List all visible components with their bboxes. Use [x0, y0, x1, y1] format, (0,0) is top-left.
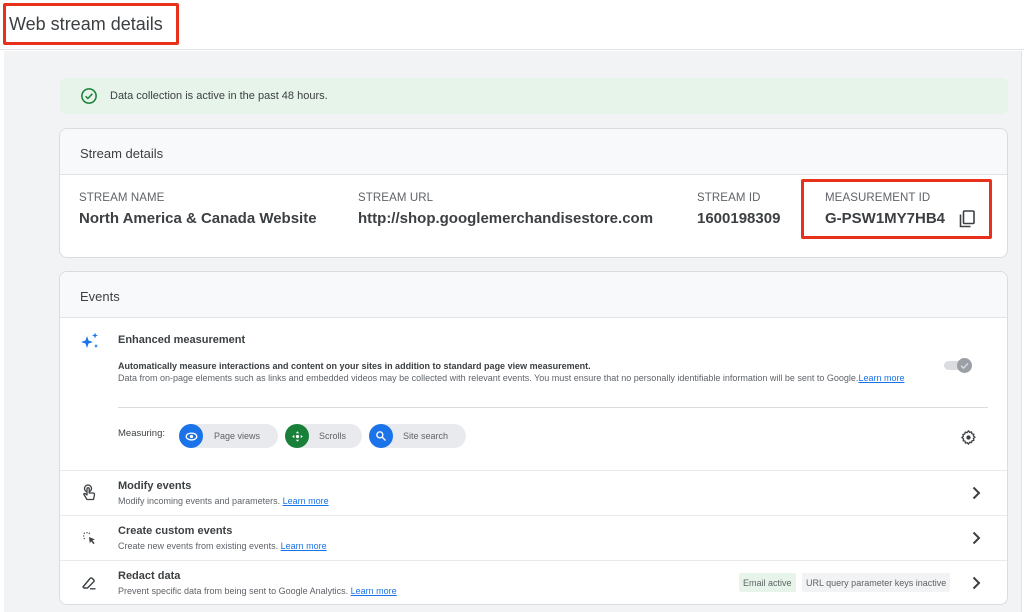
modify-events-subtitle: Modify incoming events and parameters. L… [118, 496, 329, 506]
eraser-icon [82, 577, 96, 590]
stream-url-value: http://shop.googlemerchandisestore.com [358, 210, 654, 227]
enhanced-measurement-learn-more-link[interactable]: Learn more [858, 373, 904, 383]
redact-data-desc: Prevent specific data from being sent to… [118, 586, 349, 596]
create-custom-events-learn-more-link[interactable]: Learn more [281, 541, 327, 551]
email-status-badge: Email active [739, 573, 796, 592]
enhanced-measurement-title: Enhanced measurement [118, 334, 246, 346]
gear-icon[interactable] [960, 429, 977, 446]
enhanced-measurement-toggle[interactable] [944, 358, 972, 373]
stream-id-label: STREAM ID [697, 192, 761, 204]
stream-name-label: STREAM NAME [79, 192, 165, 204]
check-circle-icon [81, 88, 97, 104]
measurement-id-row: G-PSW1MY7HB4 [825, 210, 976, 228]
redact-data-learn-more-link[interactable]: Learn more [351, 586, 397, 596]
modify-events-row[interactable]: Modify events Modify incoming events and… [60, 470, 1007, 515]
create-custom-events-desc: Create new events from existing events. [118, 541, 279, 551]
scroll-move-icon [285, 424, 309, 448]
chip-site-search[interactable]: Site search [369, 424, 466, 448]
toggle-knob [957, 358, 972, 373]
page-title: Web stream details [9, 14, 163, 34]
measurement-id-label: MEASUREMENT ID [825, 192, 931, 204]
eye-icon [179, 424, 203, 448]
events-header: Events [60, 272, 1007, 318]
stream-details-header: Stream details [60, 129, 1007, 175]
top-bar: Web stream details [0, 0, 1024, 50]
section-divider [118, 407, 988, 408]
redact-data-title: Redact data [118, 570, 181, 582]
chevron-right-icon [972, 576, 981, 590]
chip-page-views-label: Page views [214, 431, 261, 441]
status-banner: Data collection is active in the past 48… [60, 78, 1008, 114]
modify-events-desc: Modify incoming events and parameters. [118, 496, 281, 506]
chip-scrolls[interactable]: Scrolls [285, 424, 362, 448]
enhanced-measurement-desc-strong: Automatically measure interactions and c… [118, 361, 591, 371]
url-query-status-badge: URL query parameter keys inactive [802, 573, 951, 592]
chip-page-views[interactable]: Page views [179, 424, 278, 448]
stream-url-label: STREAM URL [358, 192, 434, 204]
modify-events-title: Modify events [118, 480, 192, 492]
redact-data-subtitle: Prevent specific data from being sent to… [118, 586, 397, 596]
cursor-click-icon [83, 532, 95, 545]
chevron-right-icon [972, 531, 981, 545]
create-custom-events-subtitle: Create new events from existing events. … [118, 541, 327, 551]
chip-scrolls-label: Scrolls [319, 431, 347, 441]
create-custom-events-row[interactable]: Create custom events Create new events f… [60, 515, 1007, 560]
enhanced-measurement-description: Automatically measure interactions and c… [118, 360, 938, 384]
stream-details-card: Stream details STREAM NAME North America… [59, 128, 1008, 258]
stream-id-value: 1600198309 [697, 210, 781, 227]
measuring-label: Measuring: [118, 428, 165, 439]
stream-url-field: STREAM URL http://shop.googlemerchandise… [358, 192, 653, 227]
touch-hand-icon [83, 484, 96, 501]
redact-data-row[interactable]: Redact data Prevent specific data from b… [60, 560, 1007, 604]
check-icon [960, 363, 969, 370]
measurement-id-value[interactable]: G-PSW1MY7HB4 [825, 210, 945, 227]
search-icon [369, 424, 393, 448]
chip-site-search-label: Site search [403, 431, 449, 441]
stream-id-field: STREAM ID 1600198309 [697, 192, 780, 227]
stream-name-value: North America & Canada Website [79, 210, 317, 227]
copy-icon[interactable] [959, 210, 976, 228]
sparkle-icon [81, 332, 98, 348]
measurement-id-field: MEASUREMENT ID G-PSW1MY7HB4 [825, 192, 976, 228]
create-custom-events-title: Create custom events [118, 525, 233, 537]
stream-name-field: STREAM NAME North America & Canada Websi… [79, 192, 317, 227]
status-text: Data collection is active in the past 48… [110, 90, 328, 102]
events-card: Events Enhanced measurement Automaticall… [59, 271, 1008, 605]
enhanced-measurement-desc-text: Data from on-page elements such as links… [118, 373, 859, 383]
enhanced-measurement-section: Enhanced measurement Automatically measu… [60, 318, 1007, 470]
modify-events-learn-more-link[interactable]: Learn more [283, 496, 329, 506]
chevron-right-icon [972, 486, 981, 500]
